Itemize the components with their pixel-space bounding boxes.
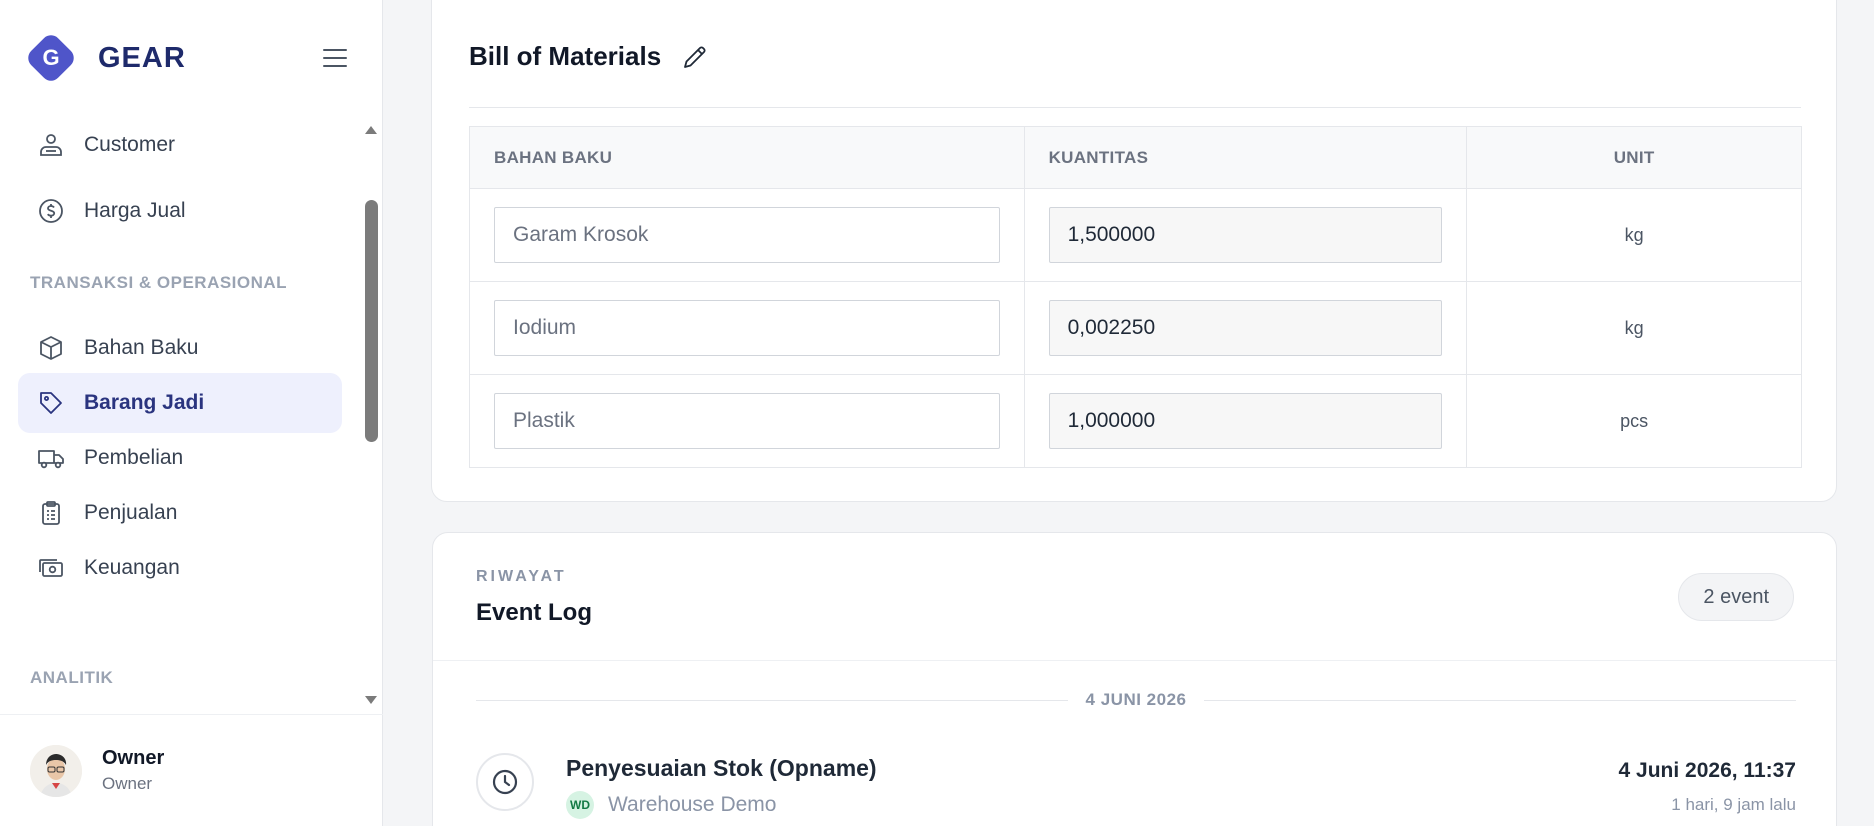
warehouse-badge: WD bbox=[566, 791, 594, 819]
quantity-field[interactable]: 0,002250 bbox=[1048, 300, 1443, 356]
column-header-kuantitas: KUANTITAS bbox=[1023, 126, 1468, 189]
user-profile[interactable]: Owner Owner bbox=[0, 714, 383, 826]
sidebar-item-label: Bahan Baku bbox=[84, 336, 199, 359]
dollar-icon bbox=[36, 196, 66, 226]
divider bbox=[469, 107, 1801, 108]
brand[interactable]: G GEAR bbox=[24, 31, 186, 85]
sidebar-item-label: Customer bbox=[84, 133, 176, 156]
table-row: Plastik 1,000000 pcs bbox=[469, 374, 1802, 468]
quantity-field[interactable]: 1,500000 bbox=[1048, 207, 1443, 263]
material-field[interactable]: Garam Krosok bbox=[494, 207, 1000, 263]
sidebar-nav: Customer Harga Jual TRANSAKSI & OPERASIO… bbox=[0, 110, 360, 715]
bill-of-materials-card: Bill of Materials BAHAN BAKU KUANTITAS U… bbox=[431, 0, 1837, 502]
sidebar-item-label: Keuangan bbox=[84, 556, 180, 579]
box-icon bbox=[36, 333, 66, 363]
section-analitik: ANALITIK bbox=[30, 668, 114, 687]
event-log-kicker: RIWAYAT bbox=[476, 568, 567, 585]
tag-icon bbox=[36, 388, 66, 418]
bom-header: Bill of Materials bbox=[469, 41, 709, 72]
event-log-header: RIWAYAT Event Log 2 event bbox=[433, 533, 1836, 661]
section-transaksi: TRANSAKSI & OPERASIONAL bbox=[30, 273, 288, 292]
event-warehouse: WD Warehouse Demo bbox=[566, 791, 776, 819]
event-log-title: Event Log bbox=[476, 599, 593, 626]
date-label: 4 JUNI 2026 bbox=[1085, 690, 1187, 709]
logo: G bbox=[24, 31, 78, 85]
table-row: Garam Krosok 1,500000 kg bbox=[469, 188, 1802, 282]
sidebar-item-label: Harga Jual bbox=[84, 199, 186, 222]
sidebar-item-label: Penjualan bbox=[84, 501, 178, 524]
date-divider: 4 JUNI 2026 bbox=[476, 685, 1797, 715]
hamburger-menu-icon[interactable] bbox=[320, 43, 350, 73]
event-time: 4 Juni 2026, 11:37 bbox=[1618, 759, 1796, 782]
sidebar-item-penjualan[interactable]: Penjualan bbox=[18, 483, 342, 543]
sidebar-item-pembelian[interactable]: Pembelian bbox=[18, 428, 342, 488]
sidebar-item-label: Barang Jadi bbox=[84, 391, 205, 414]
sidebar-item-label: Pembelian bbox=[84, 446, 184, 469]
event-name: Penyesuaian Stok (Opname) bbox=[566, 755, 877, 781]
brand-name: GEAR bbox=[98, 41, 186, 74]
customer-icon bbox=[36, 130, 66, 160]
sidebar: G GEAR Customer Harga Jual TRANSAKSI & O… bbox=[0, 0, 383, 826]
material-field[interactable]: Plastik bbox=[494, 393, 1000, 449]
unit-cell: pcs bbox=[1466, 374, 1802, 468]
quantity-field[interactable]: 1,000000 bbox=[1048, 393, 1443, 449]
material-field[interactable]: Iodium bbox=[494, 300, 1000, 356]
clock-icon bbox=[476, 753, 534, 811]
bom-table: BAHAN BAKU KUANTITAS UNIT Garam Krosok 1… bbox=[469, 126, 1802, 468]
unit-cell: kg bbox=[1466, 281, 1802, 375]
truck-icon bbox=[36, 443, 66, 473]
sidebar-item-customer[interactable]: Customer bbox=[18, 115, 342, 175]
event-item[interactable]: Penyesuaian Stok (Opname) WD Warehouse D… bbox=[476, 753, 1796, 826]
sidebar-item-keuangan[interactable]: Keuangan bbox=[18, 538, 342, 598]
column-header-bahan-baku: BAHAN BAKU bbox=[469, 126, 1025, 189]
scrollbar-thumb[interactable] bbox=[365, 200, 378, 442]
user-role: Owner bbox=[102, 774, 153, 793]
scroll-down-arrow-icon[interactable] bbox=[365, 696, 377, 704]
table-row: Iodium 0,002250 kg bbox=[469, 281, 1802, 375]
bom-title: Bill of Materials bbox=[469, 41, 662, 71]
scroll-up-arrow-icon[interactable] bbox=[365, 126, 377, 134]
edit-pencil-icon[interactable] bbox=[681, 43, 709, 71]
warehouse-name: Warehouse Demo bbox=[608, 793, 777, 816]
avatar bbox=[30, 744, 82, 797]
clipboard-icon bbox=[36, 498, 66, 528]
event-relative-time: 1 hari, 9 jam lalu bbox=[1671, 795, 1796, 814]
cash-icon bbox=[36, 553, 66, 583]
sidebar-item-harga-jual[interactable]: Harga Jual bbox=[18, 181, 342, 241]
column-header-unit: UNIT bbox=[1466, 126, 1802, 189]
table-header-row: BAHAN BAKU KUANTITAS UNIT bbox=[469, 126, 1802, 189]
unit-cell: kg bbox=[1466, 188, 1802, 282]
user-name: Owner bbox=[102, 747, 165, 769]
sidebar-item-bahan-baku[interactable]: Bahan Baku bbox=[18, 318, 342, 378]
event-count-badge: 2 event bbox=[1678, 573, 1794, 621]
sidebar-item-barang-jadi[interactable]: Barang Jadi bbox=[18, 373, 342, 433]
event-log-card: RIWAYAT Event Log 2 event 4 JUNI 2026 Pe… bbox=[432, 532, 1837, 826]
